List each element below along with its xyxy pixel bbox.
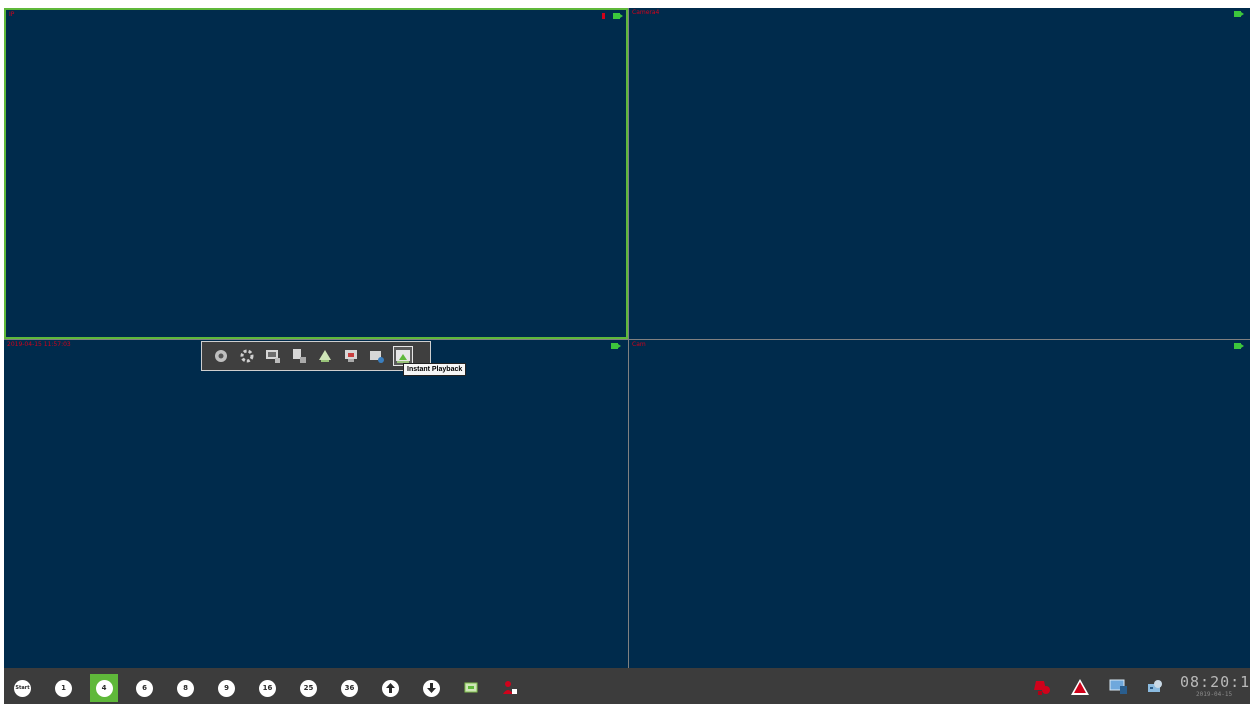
digital-zoom-icon bbox=[345, 350, 357, 362]
image-settings-button[interactable] bbox=[238, 347, 256, 365]
ptz-icon bbox=[215, 350, 227, 362]
video-stream-icon bbox=[266, 350, 280, 363]
video-pane-4[interactable]: Cam bbox=[629, 340, 1250, 668]
layout-25-button[interactable]: 25 bbox=[300, 679, 317, 697]
layout-1-button[interactable]: 1 bbox=[55, 679, 72, 697]
color-settings-icon bbox=[240, 349, 254, 363]
dvr-live-view: IP Camera4 2019-04-15 11:57:03 Cam Start… bbox=[4, 8, 1250, 704]
snapshot-button[interactable] bbox=[368, 347, 386, 365]
pane-title: 2019-04-15 11:57:03 bbox=[7, 341, 71, 348]
arrow-up-icon bbox=[386, 683, 395, 693]
snapshot-icon bbox=[370, 351, 384, 363]
layout-4-selected[interactable]: 4 bbox=[90, 674, 118, 702]
sequence-button[interactable] bbox=[464, 682, 478, 694]
layout-16-button[interactable]: 16 bbox=[259, 679, 276, 697]
hdd-status-icon[interactable] bbox=[1146, 678, 1166, 696]
zoom-button[interactable] bbox=[342, 347, 360, 365]
layout-6-button[interactable]: 6 bbox=[136, 679, 153, 697]
ptz-button[interactable] bbox=[212, 347, 230, 365]
system-clock: 08:20:13 bbox=[1180, 673, 1250, 691]
layout-4-button[interactable]: 4 bbox=[95, 679, 113, 697]
video-pane-2[interactable]: Camera4 bbox=[629, 8, 1250, 339]
audio-icon bbox=[293, 349, 306, 363]
record-status-icon bbox=[611, 343, 621, 349]
pane-title: Camera4 bbox=[632, 9, 660, 16]
warning-icon[interactable] bbox=[1070, 678, 1090, 696]
taskbar: Start 1 4 6 8 9 16 25 36 08:20:1 2019-04… bbox=[4, 670, 1250, 704]
video-grid: IP Camera4 2019-04-15 11:57:03 Cam bbox=[4, 8, 1250, 668]
logout-button[interactable] bbox=[502, 680, 518, 696]
layout-8-button[interactable]: 8 bbox=[177, 679, 194, 697]
record-status-icon bbox=[1234, 11, 1244, 17]
layout-36-button[interactable]: 36 bbox=[341, 679, 358, 697]
fisheye-icon bbox=[319, 350, 331, 362]
pane-quick-toolbar bbox=[201, 341, 431, 371]
record-status-icon bbox=[613, 13, 623, 19]
fisheye-button[interactable] bbox=[316, 347, 334, 365]
page-up-button[interactable] bbox=[382, 679, 399, 697]
layout-switcher: Start 1 4 6 8 9 16 25 36 bbox=[14, 674, 542, 702]
audio-button[interactable] bbox=[290, 347, 308, 365]
page-down-button[interactable] bbox=[423, 679, 440, 697]
record-status-icon bbox=[1234, 343, 1244, 349]
toolbar-tooltip: Instant Playback bbox=[403, 363, 467, 376]
system-date: 2019-04-15 bbox=[1196, 691, 1233, 698]
video-pane-3[interactable]: 2019-04-15 11:57:03 bbox=[4, 340, 628, 668]
instant-playback-icon bbox=[396, 350, 410, 363]
layout-9-button[interactable]: 9 bbox=[218, 679, 235, 697]
user-logout-icon bbox=[503, 681, 517, 694]
pane-title: IP bbox=[9, 11, 15, 18]
start-menu-button[interactable]: Start bbox=[14, 679, 31, 697]
video-pane-1[interactable]: IP bbox=[4, 8, 628, 339]
network-status-icon[interactable] bbox=[1108, 678, 1128, 696]
pane-title: Cam bbox=[632, 341, 646, 348]
sequence-icon bbox=[464, 682, 478, 693]
stream-button[interactable] bbox=[264, 347, 282, 365]
arrow-down-icon bbox=[427, 683, 436, 693]
alarm-indicator-icon bbox=[602, 13, 605, 19]
alarm-status-icon[interactable] bbox=[1032, 678, 1052, 696]
